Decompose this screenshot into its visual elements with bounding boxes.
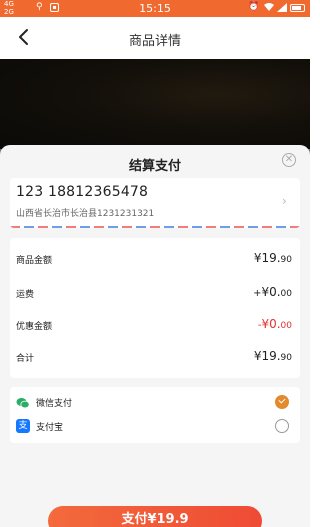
summary-value: -¥0.00 [257, 317, 292, 331]
contact-name-phone: 123 18812365478 [16, 184, 149, 200]
payment-name: 支付宝 [36, 423, 64, 433]
order-summary: 商品金额 ¥19.90 运费 +¥0.00 优惠金额 -¥0.00 合计 ¥19… [10, 238, 300, 378]
summary-value: ¥19.90 [253, 251, 292, 265]
summary-value: ¥19.90 [253, 349, 292, 363]
payment-methods: 微信支付 支 支付宝 [10, 387, 300, 443]
pay-button[interactable]: 支付¥19.9 [48, 506, 262, 527]
alarm-icon: ⏰ [248, 2, 260, 12]
close-icon[interactable]: ✕ [282, 153, 296, 167]
summary-row-total: 合计 ¥19.90 [10, 348, 300, 368]
status-bar: 4G 2G ⚲ ▪ 15:15 ⏰ [0, 0, 310, 17]
summary-row-shipping: 运费 +¥0.00 [10, 284, 300, 304]
summary-label: 商品金额 [16, 256, 53, 266]
summary-label: 优惠金额 [16, 322, 53, 332]
payment-name: 微信支付 [36, 399, 73, 409]
page-title: 商品详情 [128, 34, 181, 49]
sheet-title: 结算支付 [128, 159, 181, 174]
signal-icon [277, 3, 287, 12]
alipay-icon: 支 [16, 419, 30, 433]
summary-value: +¥0.00 [253, 285, 292, 299]
summary-label: 运费 [16, 290, 35, 300]
radio-unchecked-icon[interactable] [275, 419, 289, 433]
wechat-icon [16, 395, 30, 409]
nav-bar: 商品详情 [0, 17, 310, 59]
wifi-icon [263, 2, 275, 15]
address-card[interactable]: 123 18812365478 山西省长治市长治县1231231321 › [10, 178, 300, 228]
payment-option-wechat[interactable]: 微信支付 [10, 391, 300, 415]
address-line: 山西省长治市长治县1231231321 [16, 209, 155, 219]
battery-icon [290, 4, 305, 12]
summary-row-discount: 优惠金额 -¥0.00 [10, 316, 300, 336]
radio-checked-icon[interactable] [275, 395, 289, 409]
address-stripe-divider [10, 226, 300, 228]
checkout-sheet: 结算支付 ✕ 123 18812365478 山西省长治市长治县12312313… [0, 145, 310, 527]
chevron-right-icon: › [282, 194, 287, 208]
payment-option-alipay[interactable]: 支 支付宝 [10, 415, 300, 439]
summary-row-subtotal: 商品金额 ¥19.90 [10, 250, 300, 270]
summary-label: 合计 [16, 354, 35, 364]
